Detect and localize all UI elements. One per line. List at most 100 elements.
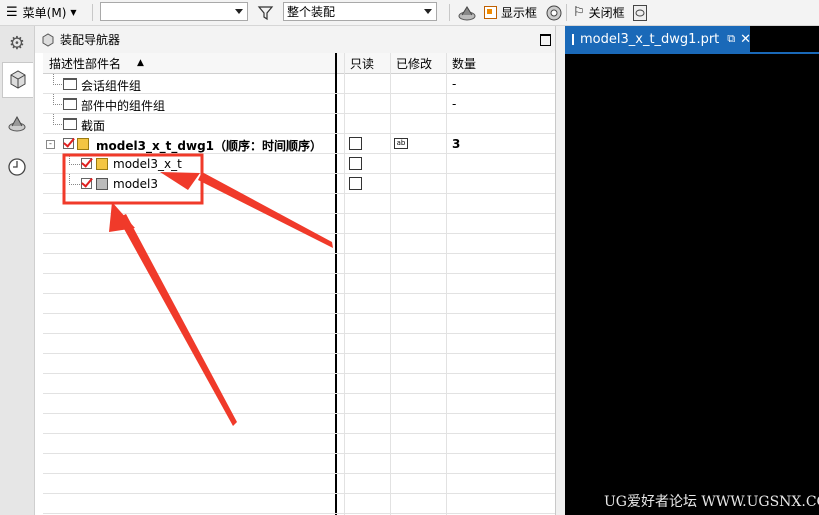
dropdown-icon: ▼ bbox=[70, 8, 77, 17]
empty-row bbox=[43, 434, 555, 454]
row-name: 部件中的组件组 bbox=[81, 99, 166, 113]
show-frame-icon bbox=[484, 6, 497, 19]
row-name: 会话组件组 bbox=[81, 79, 142, 93]
assembly-icon bbox=[10, 70, 26, 89]
watermark: UG爱好者论坛 WWW.UGSNX.COM bbox=[604, 491, 819, 511]
constraint-icon bbox=[8, 115, 26, 132]
tab-underline bbox=[565, 52, 819, 54]
column-header-quantity[interactable]: 数量 bbox=[446, 53, 555, 73]
constraint-navigator-tab[interactable] bbox=[2, 106, 32, 140]
hamburger-icon: ☰ bbox=[6, 5, 18, 20]
clock-icon bbox=[8, 158, 26, 176]
navigator-title: 装配导航器 bbox=[60, 33, 121, 47]
assembly-icon bbox=[77, 138, 89, 150]
empty-row bbox=[43, 274, 555, 294]
visibility-checkbox[interactable] bbox=[63, 138, 74, 149]
toolbar-separator bbox=[92, 4, 93, 21]
popout-icon[interactable]: ⧉ bbox=[727, 32, 735, 46]
part-tab-title: model3_x_t_dwg1.prt bbox=[580, 31, 720, 47]
column-header-readonly[interactable]: 只读 bbox=[344, 53, 390, 73]
window-icon bbox=[572, 33, 574, 45]
empty-row bbox=[43, 494, 555, 514]
tree-connector bbox=[69, 154, 80, 165]
settings-tab[interactable]: ⚙ bbox=[2, 26, 32, 60]
empty-row bbox=[43, 214, 555, 234]
empty-row bbox=[43, 354, 555, 374]
empty-row bbox=[43, 294, 555, 314]
table-row[interactable]: model3 bbox=[43, 174, 555, 194]
folder-icon bbox=[63, 78, 77, 90]
row-quantity: - bbox=[452, 77, 457, 91]
close-frame-button[interactable]: ⚐ 关闭框 bbox=[573, 0, 625, 25]
filter-icon[interactable] bbox=[257, 0, 275, 25]
toolbar-separator bbox=[449, 4, 450, 21]
close-frame-label: 关闭框 bbox=[588, 6, 625, 20]
box-display-icon[interactable] bbox=[632, 0, 648, 25]
save-icon bbox=[349, 157, 362, 170]
assembly-icon bbox=[42, 32, 54, 47]
collapse-toggle[interactable]: - bbox=[46, 140, 55, 149]
visibility-checkbox[interactable] bbox=[81, 178, 92, 189]
flag-icon: ⚐ bbox=[573, 5, 585, 20]
navigator-table: 描述性部件名 ▲ 只读 已修改 数量 会话组件组 - 部件中的组件组 - 截面 … bbox=[43, 53, 555, 515]
resource-bar: ⚙ bbox=[0, 26, 35, 515]
table-row[interactable]: model3_x_t bbox=[43, 154, 555, 174]
part-tab[interactable]: model3_x_t_dwg1.prt ⧉ ✕ bbox=[565, 26, 751, 52]
empty-row bbox=[43, 314, 555, 334]
part-icon bbox=[96, 158, 108, 170]
empty-row bbox=[43, 474, 555, 494]
history-tab[interactable] bbox=[2, 150, 32, 184]
column-quantity-label: 数量 bbox=[452, 56, 477, 71]
column-modified-label: 已修改 bbox=[396, 56, 433, 71]
row-quantity: - bbox=[452, 97, 457, 111]
row-quantity: 3 bbox=[452, 137, 461, 151]
empty-row bbox=[43, 234, 555, 254]
row-name: model3 bbox=[113, 177, 158, 191]
column-name-label: 描述性部件名 bbox=[49, 56, 122, 71]
show-frame-label: 显示框 bbox=[501, 6, 538, 20]
empty-row bbox=[43, 454, 555, 474]
save-icon bbox=[349, 177, 362, 190]
table-header: 描述性部件名 ▲ 只读 已修改 数量 bbox=[43, 53, 555, 74]
menu-label: 菜单(M) bbox=[22, 6, 67, 20]
empty-row bbox=[43, 374, 555, 394]
folder-icon bbox=[63, 98, 77, 110]
table-row[interactable]: 截面 bbox=[43, 114, 555, 134]
watermark-text: UG爱好者论坛 WWW.UGSNX.COM bbox=[604, 494, 819, 510]
column-readonly-label: 只读 bbox=[350, 56, 375, 71]
tree-connector bbox=[53, 74, 62, 85]
selection-scope-value: 整个装配 bbox=[287, 5, 336, 19]
empty-row bbox=[43, 194, 555, 214]
column-header-modified[interactable]: 已修改 bbox=[390, 53, 448, 73]
selection-scope-select[interactable]: 整个装配 bbox=[283, 2, 437, 21]
column-header-name[interactable]: 描述性部件名 ▲ bbox=[43, 53, 335, 73]
assembly-navigator-tab[interactable] bbox=[2, 62, 33, 98]
unloaded-part-icon bbox=[96, 178, 108, 190]
toolbar-separator bbox=[566, 4, 567, 21]
empty-row bbox=[43, 254, 555, 274]
gear-icon: ⚙ bbox=[8, 32, 26, 54]
modified-icon: ab bbox=[394, 138, 408, 149]
visibility-checkbox[interactable] bbox=[81, 158, 92, 169]
close-icon[interactable]: ✕ bbox=[740, 32, 751, 47]
type-filter-select[interactable] bbox=[100, 2, 248, 21]
empty-row bbox=[43, 334, 555, 354]
sort-ascending-icon: ▲ bbox=[137, 58, 144, 68]
orient-view-icon[interactable] bbox=[545, 0, 563, 25]
graphics-window[interactable]: model3_x_t_dwg1.prt ⧉ ✕ bbox=[565, 26, 819, 515]
table-row[interactable]: - model3_x_t_dwg1（顺序：时间顺序） ab 3 bbox=[43, 134, 555, 154]
top-toolbar: ☰ 菜单(M) ▼ 整个装配 显示框 ⚐ 关闭框 bbox=[0, 0, 819, 26]
folder-icon bbox=[63, 118, 77, 130]
tree-connector bbox=[53, 94, 62, 105]
row-name: 截面 bbox=[81, 119, 106, 133]
empty-row bbox=[43, 414, 555, 434]
tree-connector bbox=[69, 174, 80, 185]
maximize-icon[interactable] bbox=[540, 34, 551, 46]
table-row[interactable]: 部件中的组件组 - bbox=[43, 94, 555, 114]
table-row[interactable]: 会话组件组 - bbox=[43, 74, 555, 94]
save-icon bbox=[349, 137, 362, 150]
show-frame-button[interactable]: 显示框 bbox=[484, 0, 537, 25]
view-assembly-icon[interactable] bbox=[457, 0, 477, 25]
menu-button[interactable]: ☰ 菜单(M) ▼ bbox=[6, 0, 77, 25]
empty-row bbox=[43, 394, 555, 414]
